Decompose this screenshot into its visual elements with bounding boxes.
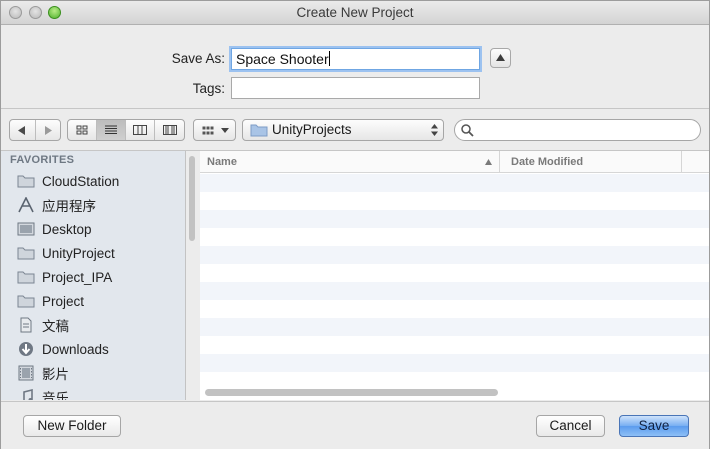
file-list-row (200, 246, 709, 264)
sidebar-item-project[interactable]: Project (1, 289, 185, 313)
file-list-row (200, 282, 709, 300)
search-icon (461, 124, 474, 137)
column-view-button[interactable] (126, 120, 155, 140)
coverflow-view-icon (162, 125, 177, 135)
sidebar-item-label: 文稿 (42, 319, 69, 334)
save-button[interactable]: Save (619, 415, 689, 437)
sidebar-item-movies[interactable]: 影片 (1, 361, 185, 385)
sidebar-item-applications[interactable]: 应用程序 (1, 193, 185, 217)
tags-field[interactable] (231, 77, 480, 99)
folder-icon (250, 124, 268, 137)
back-button[interactable] (10, 120, 36, 140)
sidebar-item-downloads[interactable]: Downloads (1, 337, 185, 361)
location-label: UnityProjects (272, 122, 352, 137)
sidebar-item-label: Downloads (42, 341, 109, 357)
folder-icon (17, 175, 35, 188)
icon-view-icon (76, 125, 88, 135)
file-list: Name Date Modified (200, 151, 709, 400)
list-view-icon (105, 125, 117, 134)
file-list-header: Name Date Modified (200, 151, 709, 173)
downloads-icon (19, 342, 33, 356)
save-as-field[interactable]: Space Shooter (231, 48, 480, 70)
sidebar-item-project-ipa[interactable]: Project_IPA (1, 265, 185, 289)
name-column-label: Name (207, 156, 237, 168)
sidebar-item-label: CloudStation (42, 173, 120, 189)
triangle-up-icon (496, 54, 505, 61)
cancel-button[interactable]: Cancel (536, 415, 605, 437)
date-column-header[interactable]: Date Modified (501, 151, 682, 173)
save-dialog-window: Create New Project Save As: Space Shoote… (0, 0, 710, 449)
sort-ascending-icon (485, 159, 492, 165)
sidebar-item-unityproject[interactable]: UnityProject (1, 241, 185, 265)
name-column-header[interactable]: Name (200, 151, 500, 173)
folder-icon (17, 247, 35, 260)
sidebar-item-label: Desktop (42, 221, 92, 237)
sidebar-item-desktop[interactable]: Desktop (1, 217, 185, 241)
zoom-window-button[interactable] (48, 6, 61, 19)
sidebar-section-header: FAVORITES (10, 154, 75, 166)
sidebar-item-music[interactable]: 音乐 (1, 385, 185, 400)
divider (1, 108, 709, 109)
file-list-row (200, 354, 709, 372)
date-column-label: Date Modified (511, 156, 584, 168)
save-as-value: Space Shooter (236, 51, 329, 67)
folder-icon (17, 271, 35, 284)
file-list-horizontal-scrollbar[interactable] (205, 389, 498, 396)
save-as-label: Save As: (171, 51, 225, 66)
arrange-grid-icon (202, 126, 214, 135)
icon-view-button[interactable] (68, 120, 97, 140)
back-forward-control (9, 119, 61, 141)
movies-icon (18, 365, 34, 381)
sidebar-item-cloudstation[interactable]: CloudStation (1, 169, 185, 193)
close-window-button[interactable] (9, 6, 22, 19)
applications-icon (18, 197, 34, 213)
view-mode-control (67, 119, 185, 141)
tags-label: Tags: (192, 81, 225, 96)
title-bar: Create New Project (1, 1, 709, 25)
sidebar-scrollbar[interactable] (189, 156, 195, 241)
window-title: Create New Project (296, 5, 414, 20)
chevron-down-icon (221, 128, 229, 133)
list-view-button[interactable] (97, 120, 126, 140)
column-view-icon (133, 125, 147, 135)
folder-icon (17, 295, 35, 308)
text-caret (328, 51, 330, 66)
search-field[interactable] (454, 119, 701, 141)
minimize-window-button[interactable] (29, 6, 42, 19)
new-folder-button[interactable]: New Folder (23, 415, 121, 437)
sidebar-item-label: Project_IPA (42, 269, 113, 285)
sidebar-item-label: UnityProject (42, 245, 115, 261)
arrange-popup[interactable] (193, 119, 236, 141)
sidebar-item-label: Project (42, 293, 85, 309)
sidebar-item-label: 影片 (42, 367, 69, 382)
coverflow-view-button[interactable] (155, 120, 184, 140)
music-icon (23, 389, 33, 400)
file-list-row (200, 318, 709, 336)
back-arrow-icon (18, 125, 26, 135)
forward-arrow-icon (44, 125, 52, 135)
sidebar-item-label: 应用程序 (42, 199, 96, 214)
forward-button[interactable] (36, 120, 61, 140)
sidebar-item-label: 音乐 (42, 391, 69, 400)
location-popup[interactable]: UnityProjects (242, 119, 444, 141)
file-list-row (200, 174, 709, 192)
updown-arrows-icon (431, 124, 438, 136)
desktop-icon (17, 222, 35, 236)
file-list-row (200, 210, 709, 228)
collapse-dialog-button[interactable] (490, 48, 511, 68)
documents-icon (20, 317, 32, 333)
sidebar-item-documents[interactable]: 文稿 (1, 313, 185, 337)
sidebar: FAVORITES CloudStation 应用程序 Desktop Unit… (1, 151, 186, 400)
